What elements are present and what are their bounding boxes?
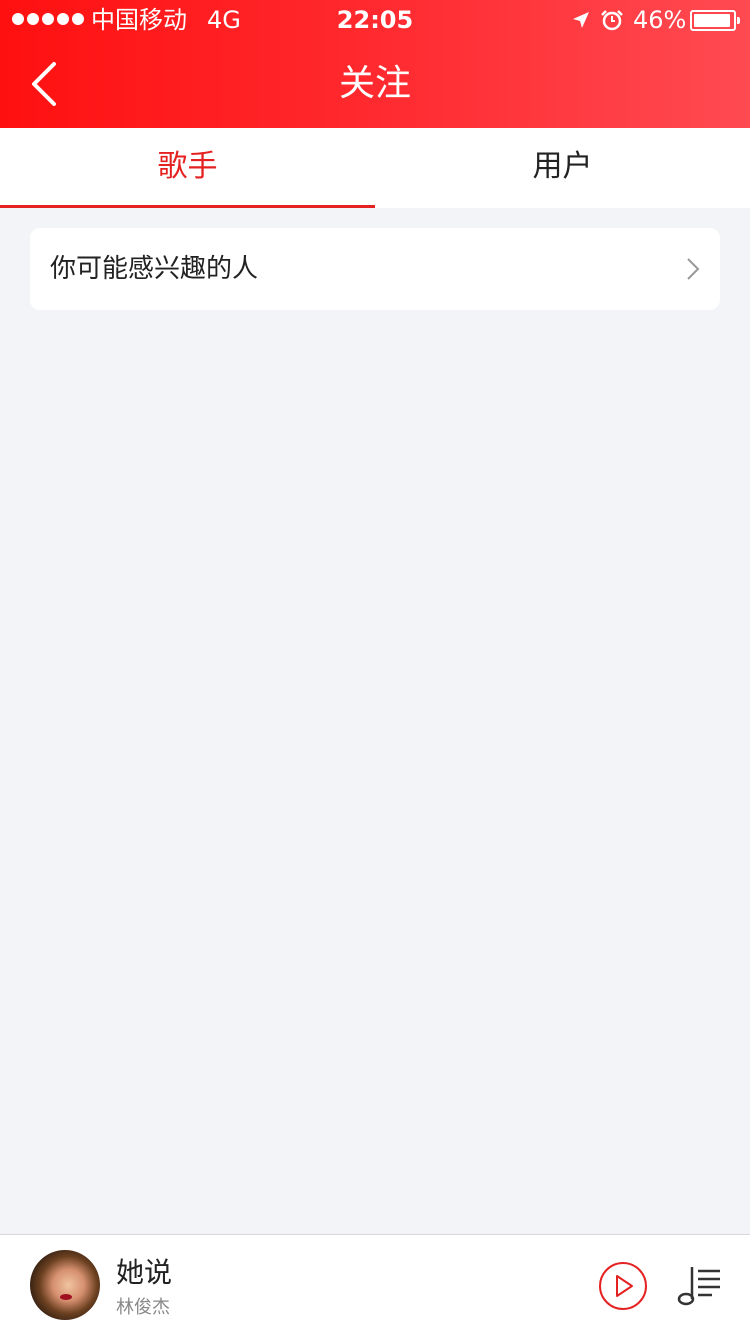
song-artist: 林俊杰 [116,1297,170,1318]
chevron-right-icon [687,258,700,280]
alarm-icon [601,10,623,31]
status-bar: 中国移动 4G 22:05 46% [0,0,750,40]
album-cover[interactable] [30,1250,100,1320]
header: 中国移动 4G 22:05 46% 关注 [0,0,750,128]
tab-singers[interactable]: 歌手 [0,128,375,208]
song-title: 她说 [116,1256,173,1289]
location-arrow-icon [573,12,589,28]
play-icon[interactable] [598,1261,648,1311]
battery-percentage: 46% [633,6,687,34]
playlist-icon[interactable] [676,1263,724,1307]
page-title: 关注 [338,63,411,104]
tab-users[interactable]: 用户 [375,128,750,208]
tab-bar: 歌手 用户 [0,128,750,208]
mini-player[interactable]: 她说 林俊杰 [0,1234,750,1334]
recommended-people-label: 你可能感兴趣的人 [50,254,259,284]
battery-icon [690,10,740,31]
nav-bar: 关注 [0,40,750,128]
recommended-people-row[interactable]: 你可能感兴趣的人 [30,228,720,310]
